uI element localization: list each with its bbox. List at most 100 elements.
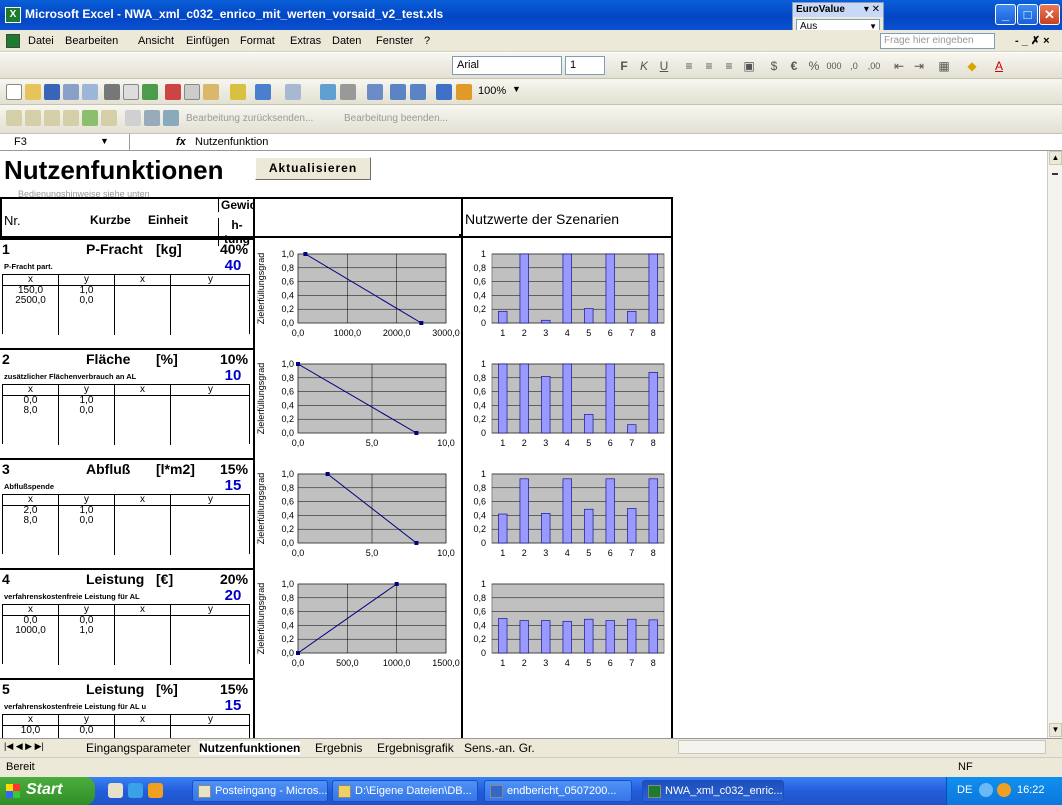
review-icon-4[interactable] <box>63 110 79 126</box>
font-select[interactable]: Arial <box>452 56 562 75</box>
thousands-icon[interactable]: 000 <box>825 57 843 75</box>
review-icon-2[interactable] <box>25 110 41 126</box>
review-icon-8[interactable] <box>144 110 160 126</box>
formula-input[interactable]: Nutzenfunktion <box>195 136 268 148</box>
menu-daten[interactable]: Daten <box>332 35 361 47</box>
worksheet[interactable]: Nutzenfunktionen Bedienungshinweise sieh… <box>0 151 1047 738</box>
indent-icon[interactable]: ⇥ <box>910 57 928 75</box>
ie-icon[interactable] <box>128 783 143 798</box>
underline-icon[interactable]: U <box>655 57 673 75</box>
decrease-decimal-icon[interactable]: ,00 <box>865 57 883 75</box>
review-icon-7[interactable] <box>125 110 141 126</box>
sort-ascending-icon[interactable] <box>390 84 406 100</box>
currency-icon[interactable]: $ <box>765 57 783 75</box>
tab-ergebnis[interactable]: Ergebnis <box>315 741 362 755</box>
bar-category-label: 1 <box>500 658 505 668</box>
bar <box>519 478 529 544</box>
review-icon-3[interactable] <box>44 110 60 126</box>
name-box-chevron-icon[interactable]: ▼ <box>100 136 109 146</box>
tab-sens-an-gr[interactable]: Sens.-an. Gr. <box>464 741 535 755</box>
menu-bearbeiten[interactable]: Bearbeiten <box>65 35 118 47</box>
task-excel[interactable]: NWA_xml_c032_enric... <box>642 780 784 802</box>
fx-icon[interactable]: fx <box>176 136 186 148</box>
scroll-down-icon[interactable]: ▼ <box>1049 723 1062 737</box>
euro-icon[interactable]: € <box>785 57 803 75</box>
document-window-controls[interactable]: - _ ✗ × <box>1015 34 1050 47</box>
open-icon[interactable] <box>25 84 41 100</box>
align-left-icon[interactable]: ≡ <box>680 57 698 75</box>
zoom-select[interactable]: 100% <box>478 85 506 97</box>
desktop-icon[interactable] <box>108 783 123 798</box>
new-icon[interactable] <box>6 84 22 100</box>
font-color-icon[interactable]: A <box>990 57 1008 75</box>
email-icon[interactable] <box>82 84 98 100</box>
vertical-scrollbar[interactable]: ▲ ▼ <box>1047 151 1062 738</box>
excel-icon[interactable]: X <box>5 7 21 23</box>
paste-icon[interactable] <box>203 84 219 100</box>
copy-icon[interactable] <box>184 84 200 100</box>
menu-datei[interactable]: Datei <box>28 35 54 47</box>
sort-descending-icon[interactable] <box>410 84 426 100</box>
tray-icon[interactable] <box>997 783 1011 797</box>
name-box[interactable]: F3 ▼ <box>0 134 130 151</box>
font-size-select[interactable]: 1 <box>565 56 605 75</box>
borders-icon[interactable]: ▦ <box>935 57 953 75</box>
bold-icon[interactable]: F <box>615 57 633 75</box>
minimize-button[interactable]: _ <box>995 4 1016 25</box>
redo-icon[interactable] <box>285 84 301 100</box>
increase-decimal-icon[interactable]: ,0 <box>845 57 863 75</box>
menu-ansicht[interactable]: Ansicht <box>138 35 174 47</box>
italic-icon[interactable]: K <box>635 57 653 75</box>
help-search-input[interactable]: Frage hier eingeben <box>880 33 995 49</box>
cut-icon[interactable] <box>165 84 181 100</box>
undo-icon[interactable] <box>255 84 271 100</box>
menu-fenster[interactable]: Fenster <box>376 35 413 47</box>
language-indicator[interactable]: DE <box>957 784 972 796</box>
review-icon-6[interactable] <box>101 110 117 126</box>
menu-extras[interactable]: Extras <box>290 35 321 47</box>
align-right-icon[interactable]: ≡ <box>720 57 738 75</box>
print-preview-icon[interactable] <box>123 84 139 100</box>
workbook-icon[interactable] <box>6 34 20 48</box>
chart-wizard-icon[interactable] <box>436 84 452 100</box>
eurovalue-close-icon[interactable]: ▾ ✕ <box>864 4 880 15</box>
fill-color-icon[interactable]: ◆ <box>963 57 981 75</box>
end-review-button[interactable]: Bearbeitung beenden... <box>344 113 448 124</box>
task-word[interactable]: endbericht_0507200... <box>484 780 632 802</box>
permission-icon[interactable] <box>63 84 79 100</box>
task-explorer[interactable]: D:\Eigene Dateien\DB... <box>332 780 478 802</box>
align-center-icon[interactable]: ≡ <box>700 57 718 75</box>
zoom-chevron-icon[interactable]: ▼ <box>512 84 521 94</box>
outdent-icon[interactable]: ⇤ <box>890 57 908 75</box>
menu-format[interactable]: Format <box>240 35 275 47</box>
x-tick-label: 500,0 <box>336 658 359 668</box>
scroll-thumb[interactable] <box>1052 173 1058 177</box>
tab-eingangsparameter[interactable]: Eingangsparameter <box>86 741 191 755</box>
tab-ergebnisgrafik[interactable]: Ergebnisgrafik <box>377 741 454 755</box>
autosum-icon[interactable] <box>340 84 356 100</box>
review-icon-5[interactable] <box>82 110 98 126</box>
review-icon-9[interactable] <box>163 110 179 126</box>
print-icon[interactable] <box>104 84 120 100</box>
tab-nav-icons[interactable]: |◀ ◀ ▶ ▶| <box>4 741 44 752</box>
merge-icon[interactable]: ▣ <box>740 57 758 75</box>
spelling-icon[interactable] <box>142 84 158 100</box>
menu-einfuegen[interactable]: Einfügen <box>186 35 229 47</box>
menu-help[interactable]: ? <box>424 35 430 47</box>
format-painter-icon[interactable] <box>230 84 246 100</box>
reply-changes-button[interactable]: Bearbeitung zurücksenden... <box>186 113 313 124</box>
maximize-button[interactable]: □ <box>1017 4 1038 25</box>
scroll-up-icon[interactable]: ▲ <box>1049 151 1062 165</box>
back-icon[interactable] <box>979 783 993 797</box>
horizontal-scrollbar[interactable] <box>678 740 1046 754</box>
save-icon[interactable] <box>44 84 60 100</box>
close-button[interactable]: ✕ <box>1039 4 1060 25</box>
drawing-icon[interactable] <box>456 84 472 100</box>
tab-nutzenfunktionen[interactable]: Nutzenfunktionen <box>199 741 301 755</box>
review-icon-1[interactable] <box>6 110 22 126</box>
outlook-icon[interactable] <box>148 783 163 798</box>
hyperlink-icon[interactable] <box>320 84 336 100</box>
percent-icon[interactable]: % <box>805 57 823 75</box>
task-outlook[interactable]: Posteingang - Micros... <box>192 780 328 802</box>
function-icon[interactable] <box>367 84 383 100</box>
